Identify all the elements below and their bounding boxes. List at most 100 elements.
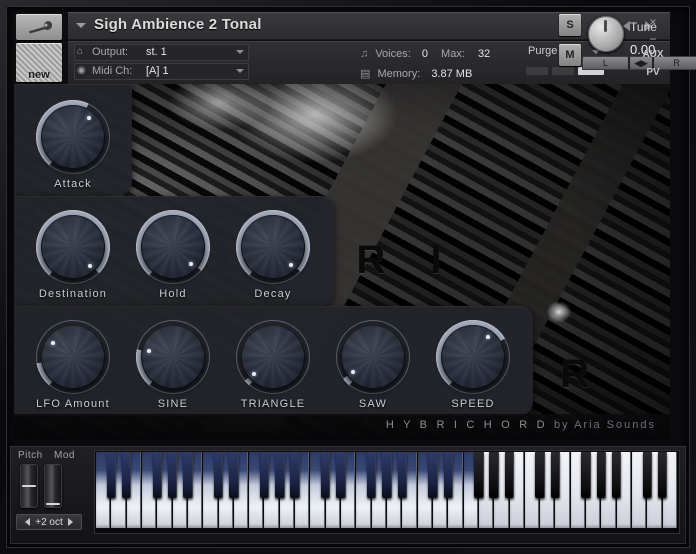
- midi-label: Midi Ch:: [92, 65, 133, 77]
- memory-label: Memory:: [377, 68, 421, 80]
- voices-value: 0: [421, 48, 428, 60]
- knob-label-decay: Decay: [254, 288, 292, 300]
- pitch-wheel[interactable]: [20, 464, 38, 508]
- knob-cap[interactable]: [141, 215, 205, 279]
- black-key[interactable]: [397, 452, 408, 498]
- prev-preset-icon[interactable]: [623, 21, 630, 31]
- mute-button[interactable]: M: [559, 44, 581, 66]
- mod-wheel[interactable]: [44, 464, 62, 508]
- black-key[interactable]: [275, 452, 285, 498]
- new-instrument-button[interactable]: new: [16, 43, 62, 82]
- black-key[interactable]: [489, 452, 499, 498]
- arrow-right-icon[interactable]: [67, 518, 73, 526]
- memory-value: 3.87 MB: [431, 68, 473, 80]
- knob-decay[interactable]: Decay: [235, 209, 311, 300]
- black-key[interactable]: [320, 452, 331, 498]
- pitch-label: Pitch: [18, 450, 43, 461]
- black-key[interactable]: [121, 452, 132, 498]
- midi-dropdown-icon[interactable]: [236, 69, 244, 73]
- new-button-label: new: [28, 69, 50, 81]
- minimize-icon[interactable]: −: [636, 32, 670, 46]
- black-key[interactable]: [657, 452, 668, 498]
- brand-footer: H Y B R I C H O R D by Aria Sounds: [14, 414, 670, 440]
- black-key[interactable]: [550, 452, 561, 498]
- black-key[interactable]: [259, 452, 270, 498]
- black-key[interactable]: [366, 452, 377, 498]
- black-key[interactable]: [611, 452, 622, 498]
- midi-channel-selector[interactable]: ◉ Midi Ch: [A] 1: [74, 63, 249, 80]
- close-icon[interactable]: ×: [636, 15, 670, 29]
- knob-triangle[interactable]: TRIANGLE: [235, 319, 311, 410]
- aux-button[interactable]: AUX: [636, 49, 670, 60]
- pitch-wheel-indicator: [22, 485, 36, 487]
- black-key[interactable]: [167, 452, 178, 498]
- output-label: Output:: [92, 46, 129, 58]
- piano-keyboard[interactable]: [94, 450, 680, 534]
- solo-button[interactable]: S: [559, 14, 581, 36]
- pv-button[interactable]: PV: [636, 67, 670, 78]
- knob-hold[interactable]: Hold: [135, 209, 211, 300]
- kontakt-instrument-window: new Sigh Ambience 2 Tonal ⌂ Output: st. …: [0, 0, 696, 554]
- midi-value: [A] 1: [146, 65, 169, 77]
- knob-cap[interactable]: [341, 325, 405, 389]
- black-key[interactable]: [152, 452, 162, 498]
- arrow-left-icon[interactable]: [25, 518, 31, 526]
- knob-label-speed: SPEED: [451, 398, 495, 410]
- black-key[interactable]: [336, 452, 346, 498]
- memory-row: ▤ Memory: 3.87 MB: [360, 67, 472, 84]
- pan-left-label[interactable]: L: [583, 57, 628, 69]
- voices-row: ♫ Voices: 0 Max: 32: [360, 48, 490, 65]
- knob-cap[interactable]: [241, 325, 305, 389]
- knob-speed[interactable]: SPEED: [435, 319, 511, 410]
- instrument-name: Sigh Ambience 2 Tonal: [94, 16, 262, 33]
- knob-destination[interactable]: Destination: [35, 209, 111, 300]
- knob-label-attack: Attack: [54, 178, 92, 190]
- knob-cap[interactable]: [41, 215, 105, 279]
- chevron-down-icon[interactable]: [76, 23, 86, 28]
- black-key[interactable]: [474, 452, 484, 498]
- voices-max-value: 32: [477, 48, 491, 60]
- voices-label: Voices:: [375, 48, 411, 60]
- midi-icon: ◉: [77, 65, 86, 76]
- knob-indicator-dot: [87, 263, 92, 268]
- black-key[interactable]: [428, 452, 438, 498]
- knob-lfo-amount[interactable]: LFO Amount: [35, 319, 111, 410]
- output-dropdown-icon[interactable]: [236, 50, 244, 54]
- tune-knob[interactable]: [588, 16, 624, 52]
- black-key[interactable]: [504, 452, 515, 498]
- output-selector[interactable]: ⌂ Output: st. 1: [74, 44, 249, 61]
- knob-cap[interactable]: [441, 325, 505, 389]
- black-key[interactable]: [106, 452, 117, 498]
- knob-indicator-dot: [87, 115, 92, 120]
- purge-meter-bar: [526, 67, 548, 75]
- black-key[interactable]: [229, 452, 239, 498]
- knob-cap[interactable]: [41, 325, 105, 389]
- mod-label: Mod: [54, 450, 75, 461]
- piano-keys[interactable]: [96, 452, 678, 528]
- header-tool-column: new: [14, 12, 64, 84]
- black-key[interactable]: [642, 452, 653, 498]
- knob-attack[interactable]: Attack: [35, 99, 111, 190]
- black-key[interactable]: [596, 452, 607, 498]
- knob-saw[interactable]: SAW: [335, 319, 411, 410]
- black-key[interactable]: [535, 452, 545, 498]
- black-key[interactable]: [213, 452, 224, 498]
- wheel-labels: Pitch Mod: [18, 450, 75, 461]
- black-key[interactable]: [382, 452, 392, 498]
- knob-cap[interactable]: [141, 325, 205, 389]
- knob-sine[interactable]: SINE: [135, 319, 211, 410]
- black-key[interactable]: [581, 452, 591, 498]
- knob-indicator-dot: [146, 348, 151, 353]
- instrument-body: H Y B R I C H O R D Attack Destination Hol…: [14, 84, 670, 440]
- solo-mute-group: S M: [559, 14, 581, 74]
- black-key[interactable]: [290, 452, 300, 498]
- wrench-icon[interactable]: [16, 14, 62, 40]
- output-value: st. 1: [146, 46, 167, 58]
- knob-cap[interactable]: [241, 215, 305, 279]
- knob-cap[interactable]: [41, 105, 105, 169]
- tune-knob-pointer: [604, 20, 607, 32]
- octave-selector[interactable]: +2 oct: [16, 514, 82, 530]
- black-key[interactable]: [443, 452, 453, 498]
- brand-name: H Y B R I C H O R D: [385, 419, 548, 431]
- black-key[interactable]: [183, 452, 193, 498]
